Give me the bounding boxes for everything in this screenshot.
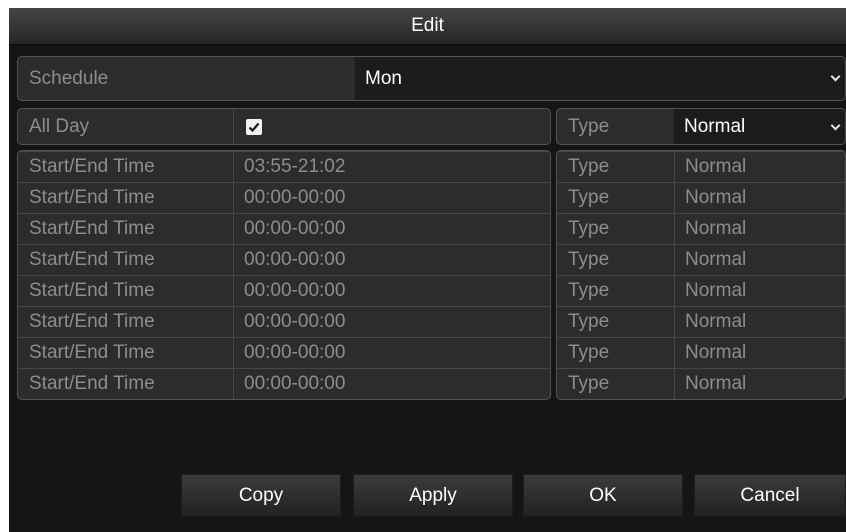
schedule-row: Schedule Mon: [17, 56, 846, 101]
period-type-field[interactable]: Normal: [675, 152, 845, 182]
period-types-panel: Type Normal Type Normal Type Normal Type…: [556, 150, 846, 400]
period-time-field[interactable]: 00:00-00:00: [234, 214, 550, 244]
period-label: Start/End Time: [29, 311, 155, 332]
period-label: Start/End Time: [29, 342, 155, 363]
chevron-down-icon: [830, 120, 841, 131]
period-row: Start/End Time 00:00-00:00: [18, 306, 550, 337]
type-label: Type: [568, 116, 610, 137]
period-type-field[interactable]: Normal: [675, 307, 845, 337]
period-time-field[interactable]: 00:00-00:00: [234, 276, 550, 306]
period-label: Start/End Time: [29, 187, 155, 208]
time-periods-panel: Start/End Time 03:55-21:02 Start/End Tim…: [17, 150, 551, 400]
period-type-row: Type Normal: [557, 151, 845, 182]
period-time-field[interactable]: 00:00-00:00: [234, 338, 550, 368]
dialog-title: Edit: [9, 8, 846, 45]
period-label: Start/End Time: [29, 373, 155, 394]
period-label: Start/End Time: [29, 218, 155, 239]
period-label: Start/End Time: [29, 249, 155, 270]
period-row: Start/End Time 00:00-00:00: [18, 368, 550, 399]
dialog-footer: Copy Apply OK Cancel: [9, 462, 846, 532]
period-label: Start/End Time: [29, 280, 155, 301]
period-row: Start/End Time 00:00-00:00: [18, 275, 550, 306]
schedule-day-select[interactable]: Mon: [355, 57, 845, 100]
period-type-field[interactable]: Normal: [675, 338, 845, 368]
period-row: Start/End Time 00:00-00:00: [18, 182, 550, 213]
edit-dialog: Edit Schedule Mon All Day Type Normal St…: [9, 8, 846, 532]
period-row: Start/End Time 00:00-00:00: [18, 244, 550, 275]
period-type-label: Type: [568, 249, 610, 270]
period-time-field[interactable]: 03:55-21:02: [234, 152, 550, 182]
period-time-field[interactable]: 00:00-00:00: [234, 307, 550, 337]
period-type-field[interactable]: Normal: [675, 369, 845, 399]
period-type-field[interactable]: Normal: [675, 276, 845, 306]
ok-button[interactable]: OK: [523, 474, 683, 517]
period-type-row: Type Normal: [557, 244, 845, 275]
period-row: Start/End Time 00:00-00:00: [18, 337, 550, 368]
period-type-label: Type: [568, 218, 610, 239]
period-type-row: Type Normal: [557, 368, 845, 399]
period-type-label: Type: [568, 187, 610, 208]
period-type-field[interactable]: Normal: [675, 214, 845, 244]
all-day-label: All Day: [29, 116, 90, 137]
period-row: Start/End Time 00:00-00:00: [18, 213, 550, 244]
period-type-row: Type Normal: [557, 182, 845, 213]
period-type-row: Type Normal: [557, 213, 845, 244]
period-type-label: Type: [568, 342, 610, 363]
period-time-field[interactable]: 00:00-00:00: [234, 369, 550, 399]
schedule-label: Schedule: [29, 68, 109, 89]
period-time-field[interactable]: 00:00-00:00: [234, 183, 550, 213]
period-type-field[interactable]: Normal: [675, 245, 845, 275]
period-type-label: Type: [568, 373, 610, 394]
type-row: Type Normal: [556, 108, 846, 145]
period-type-label: Type: [568, 311, 610, 332]
period-type-row: Type Normal: [557, 306, 845, 337]
period-time-field[interactable]: 00:00-00:00: [234, 245, 550, 275]
period-type-label: Type: [568, 280, 610, 301]
all-day-checkbox-cell: [234, 109, 550, 144]
period-row: Start/End Time 03:55-21:02: [18, 151, 550, 182]
apply-button[interactable]: Apply: [353, 474, 513, 517]
period-label: Start/End Time: [29, 156, 155, 177]
period-type-field[interactable]: Normal: [675, 183, 845, 213]
schedule-day-value: Mon: [365, 68, 402, 89]
type-select[interactable]: Normal: [674, 109, 845, 144]
all-day-row: All Day: [17, 108, 551, 145]
cancel-button[interactable]: Cancel: [694, 474, 846, 517]
chevron-down-icon: [830, 71, 841, 82]
all-day-checkbox[interactable]: [246, 119, 262, 135]
copy-button[interactable]: Copy: [181, 474, 341, 517]
type-select-value: Normal: [684, 116, 746, 137]
checkmark-icon: [248, 122, 260, 133]
period-type-row: Type Normal: [557, 275, 845, 306]
period-type-row: Type Normal: [557, 337, 845, 368]
period-type-label: Type: [568, 156, 610, 177]
